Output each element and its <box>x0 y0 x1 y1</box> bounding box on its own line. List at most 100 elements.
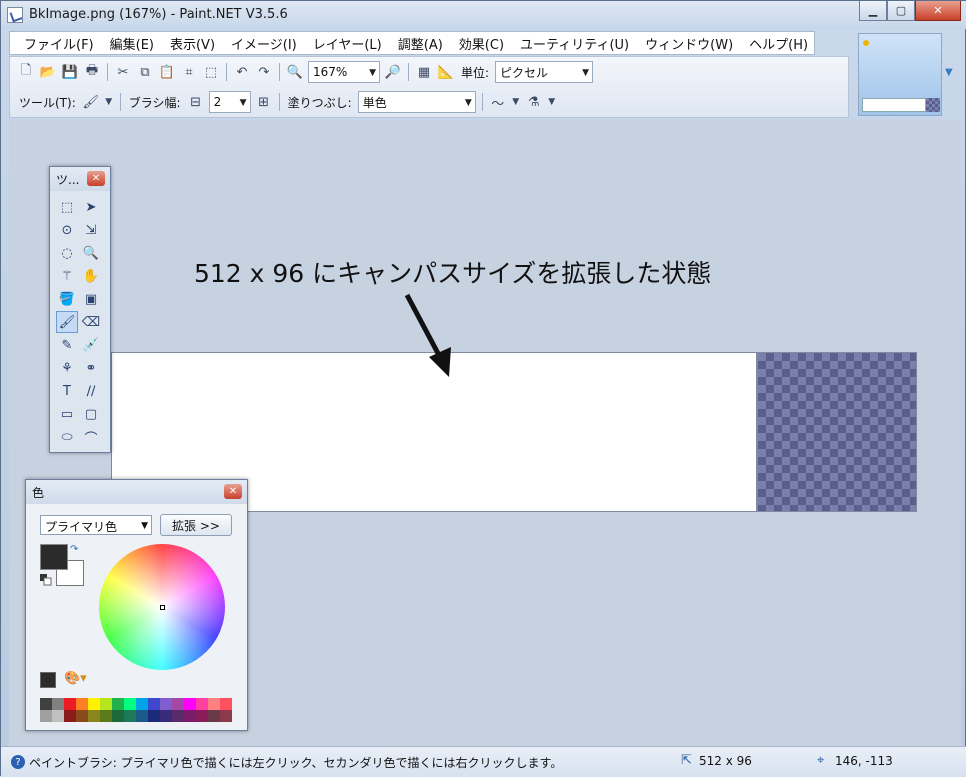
palette-swatch[interactable] <box>112 710 124 722</box>
palette-swatch[interactable] <box>172 698 184 710</box>
colors-close-icon[interactable]: ✕ <box>224 484 242 499</box>
deselect-icon[interactable]: ⬚ <box>202 63 220 81</box>
antialias-icon[interactable]: 〜 <box>489 93 507 112</box>
palette-swatch[interactable] <box>136 698 148 710</box>
add-to-palette-icon[interactable] <box>40 672 56 688</box>
menu-window[interactable]: ウィンドウ(W) <box>637 34 741 53</box>
paste-icon[interactable]: 📋 <box>158 63 176 81</box>
menu-adjust[interactable]: 調整(A) <box>390 34 451 53</box>
palette-swatch[interactable] <box>76 698 88 710</box>
color-target-select[interactable]: プライマリ色 ▼ <box>40 515 152 535</box>
palette-swatch[interactable] <box>124 710 136 722</box>
redo-icon[interactable]: ↷ <box>255 63 273 81</box>
decrease-icon[interactable]: ⊟ <box>187 93 205 111</box>
color-picker-icon[interactable]: 💉 <box>80 334 102 356</box>
move-selection-icon[interactable]: ⇲ <box>80 219 102 241</box>
tools-close-icon[interactable]: ✕ <box>87 171 105 186</box>
close-button[interactable]: ✕ <box>915 1 961 21</box>
palette-swatch[interactable] <box>88 710 100 722</box>
zoom-combo[interactable]: 167% ▼ <box>308 61 380 83</box>
rectangle-icon[interactable]: ▭ <box>56 403 78 425</box>
menu-effects[interactable]: 効果(C) <box>451 34 512 53</box>
palette-swatch[interactable] <box>172 710 184 722</box>
menu-view[interactable]: 表示(V) <box>162 34 223 53</box>
palette-menu-icon[interactable]: 🎨▾ <box>64 671 87 686</box>
text-icon[interactable]: T <box>56 380 78 402</box>
lasso-select-icon[interactable]: ⊙ <box>56 219 78 241</box>
menu-utilities[interactable]: ユーティリティ(U) <box>512 34 637 53</box>
increase-icon[interactable]: ⊞ <box>255 93 273 111</box>
rounded-rectangle-icon[interactable]: ▢ <box>80 403 102 425</box>
ruler-icon[interactable]: 📐 <box>437 63 455 81</box>
minimize-button[interactable]: ▁ <box>859 1 887 21</box>
palette-swatch[interactable] <box>220 698 232 710</box>
palette-swatch[interactable] <box>160 698 172 710</box>
rectangle-select-icon[interactable]: ⬚ <box>56 196 78 218</box>
undo-icon[interactable]: ↶ <box>233 63 251 81</box>
palette-swatch[interactable] <box>220 710 232 722</box>
copy-icon[interactable]: ⧉ <box>136 63 154 81</box>
cut-icon[interactable]: ✂ <box>114 63 132 81</box>
palette-swatch[interactable] <box>64 710 76 722</box>
palette-swatch[interactable] <box>76 710 88 722</box>
primary-color-swatch[interactable] <box>40 544 68 570</box>
zoom-out-icon[interactable]: 🔍 <box>286 63 304 81</box>
reset-colors-icon[interactable] <box>40 574 52 586</box>
zoom-in-icon[interactable]: 🔎 <box>384 63 402 81</box>
palette-swatch[interactable] <box>124 698 136 710</box>
palette-swatch[interactable] <box>196 698 208 710</box>
palette-swatch[interactable] <box>100 698 112 710</box>
chevron-down-icon[interactable]: ▼ <box>547 93 557 111</box>
ellipse-select-icon[interactable]: ◌ <box>56 242 78 264</box>
swap-colors-icon[interactable]: ↷ <box>70 544 78 555</box>
pencil-icon[interactable]: ✎ <box>56 334 78 356</box>
palette-swatch[interactable] <box>148 710 160 722</box>
palette-swatch[interactable] <box>184 710 196 722</box>
palette-swatch[interactable] <box>208 698 220 710</box>
fill-combo[interactable]: 単色 ▼ <box>357 91 476 113</box>
move-selected-icon[interactable]: ➤ <box>80 196 102 218</box>
palette-swatch[interactable] <box>160 710 172 722</box>
palette-swatch[interactable] <box>40 710 52 722</box>
menu-edit[interactable]: 編集(E) <box>102 34 162 53</box>
chevron-down-icon[interactable]: ▼ <box>104 93 114 111</box>
zoom-icon[interactable]: 🔍 <box>80 242 102 264</box>
freeform-shape-icon[interactable]: ⌒ <box>80 426 102 448</box>
menu-image[interactable]: イメージ(I) <box>223 34 305 53</box>
palette-swatch[interactable] <box>208 710 220 722</box>
open-file-icon[interactable]: 📂 <box>39 63 57 81</box>
expand-button[interactable]: 拡張 >> <box>160 514 232 536</box>
pan-icon[interactable]: ✋ <box>80 265 102 287</box>
paintbrush-icon[interactable]: 🖌 <box>82 93 100 111</box>
gradient-icon[interactable]: ▣ <box>80 288 102 310</box>
recolor-icon[interactable]: ⚭ <box>80 357 102 379</box>
canvas-transparent-area[interactable] <box>757 352 917 512</box>
menu-layer[interactable]: レイヤー(L) <box>305 34 390 53</box>
palette-swatch[interactable] <box>52 698 64 710</box>
palette-swatch[interactable] <box>148 698 160 710</box>
eraser-icon[interactable]: ⌫ <box>80 311 102 333</box>
palette-swatch[interactable] <box>196 710 208 722</box>
unit-combo[interactable]: ピクセル ▼ <box>495 61 594 83</box>
ellipse-icon[interactable]: ⬭ <box>56 426 78 448</box>
palette-swatch[interactable] <box>40 698 52 710</box>
image-thumbnail[interactable] <box>858 33 942 116</box>
alpha-blend-icon[interactable]: ⚗ <box>525 93 543 111</box>
new-file-icon[interactable]: 🗋 <box>17 63 35 81</box>
chevron-down-icon[interactable]: ▼ <box>511 93 521 111</box>
palette-swatch[interactable] <box>112 698 124 710</box>
print-icon[interactable]: 🖶 <box>83 63 101 81</box>
menu-file[interactable]: ファイル(F) <box>16 34 102 53</box>
palette-swatch[interactable] <box>64 698 76 710</box>
magic-wand-icon[interactable]: ⚚ <box>56 265 78 287</box>
maximize-button[interactable]: ▢ <box>887 1 915 21</box>
palette-swatch[interactable] <box>52 710 64 722</box>
paintbrush-icon[interactable]: 🖌 <box>56 311 78 333</box>
grid-icon[interactable]: ▦ <box>415 63 433 81</box>
palette-swatch[interactable] <box>88 698 100 710</box>
palette-swatch[interactable] <box>184 698 196 710</box>
clone-stamp-icon[interactable]: ⚘ <box>56 357 78 379</box>
menu-help[interactable]: ヘルプ(H) <box>741 34 816 53</box>
palette-swatch[interactable] <box>100 710 112 722</box>
save-icon[interactable]: 💾 <box>61 63 79 81</box>
